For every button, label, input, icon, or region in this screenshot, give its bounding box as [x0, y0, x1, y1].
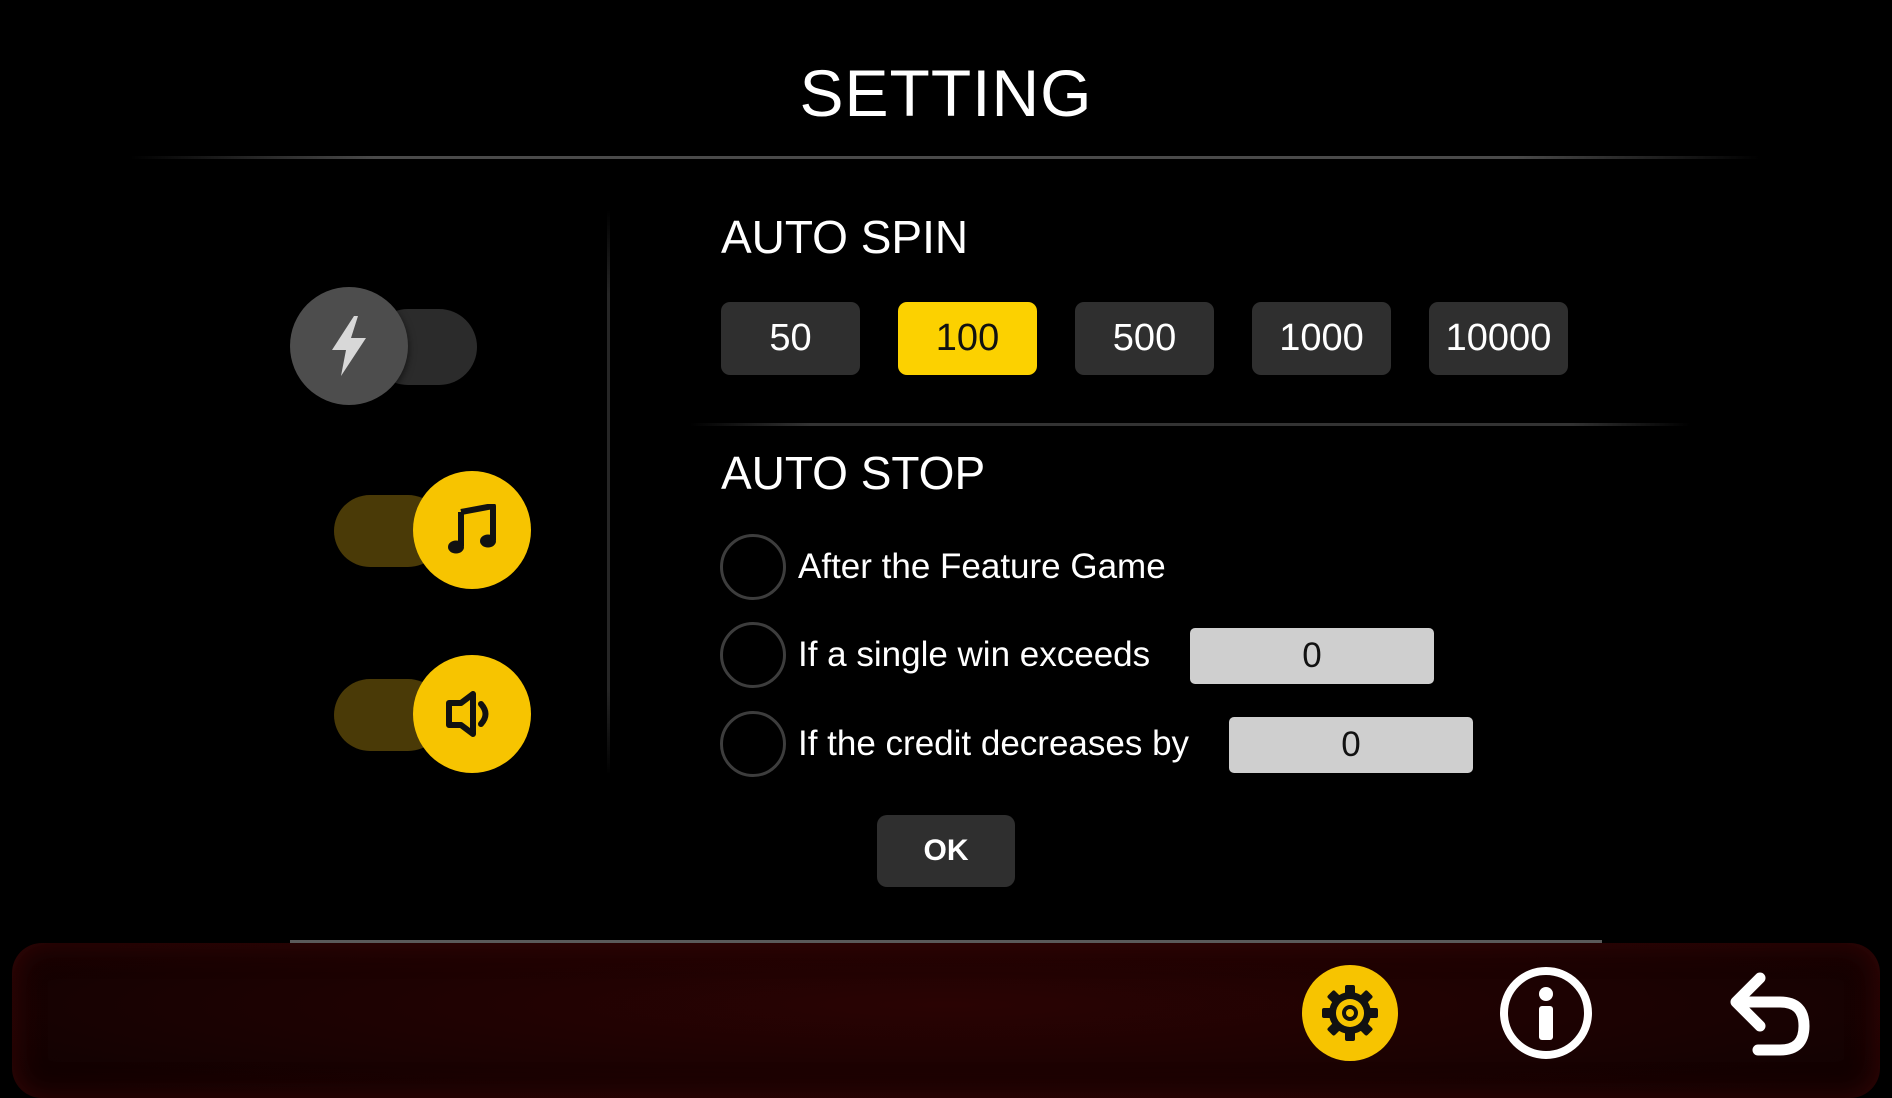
- auto-spin-option-10000[interactable]: 10000: [1429, 302, 1568, 375]
- auto-spin-option-50[interactable]: 50: [721, 302, 860, 375]
- music-note-icon: [448, 504, 496, 554]
- page-title: SETTING: [799, 56, 1093, 130]
- info-button[interactable]: [1498, 965, 1594, 1061]
- sound-toggle-knob[interactable]: [413, 655, 531, 773]
- gear-icon: [1322, 985, 1378, 1041]
- bottom-bar: [12, 943, 1880, 1098]
- auto-spin-option-100[interactable]: 100: [898, 302, 1037, 375]
- settings-button[interactable]: [1302, 965, 1398, 1061]
- auto-stop-feature-game-row[interactable]: After the Feature Game: [720, 531, 1166, 603]
- music-toggle-knob[interactable]: [413, 471, 531, 589]
- music-toggle[interactable]: [334, 471, 534, 591]
- turbo-toggle-knob[interactable]: [290, 287, 408, 405]
- auto-stop-credit-decrease-label: If the credit decreases by: [798, 724, 1190, 763]
- auto-stop-single-win-row[interactable]: If a single win exceeds: [720, 619, 1150, 691]
- sound-toggle[interactable]: [334, 655, 534, 775]
- back-arrow-icon: [1730, 972, 1810, 1056]
- section-divider: [690, 423, 1690, 426]
- turbo-toggle[interactable]: [290, 287, 490, 407]
- vertical-divider: [607, 210, 610, 775]
- credit-decrease-input[interactable]: 0: [1229, 717, 1473, 773]
- auto-stop-single-win-label: If a single win exceeds: [798, 635, 1151, 674]
- auto-stop-feature-game-label: After the Feature Game: [798, 547, 1166, 586]
- single-win-input[interactable]: 0: [1190, 628, 1434, 684]
- auto-stop-feature-game-radio[interactable]: [720, 534, 786, 600]
- auto-spin-option-500[interactable]: 500: [1075, 302, 1214, 375]
- auto-stop-credit-decrease-row[interactable]: If the credit decreases by: [720, 708, 1189, 780]
- auto-spin-option-1000[interactable]: 1000: [1252, 302, 1391, 375]
- settings-screen: SETTING AUTO SPIN 50 100 500 1000 10000 …: [0, 0, 1892, 1098]
- auto-stop-credit-decrease-radio[interactable]: [720, 711, 786, 777]
- ok-button[interactable]: OK: [877, 815, 1015, 887]
- auto-stop-heading: AUTO STOP: [721, 447, 986, 499]
- speaker-icon: [446, 691, 489, 737]
- back-button[interactable]: [1716, 962, 1820, 1066]
- info-icon: [1500, 967, 1592, 1059]
- title-divider: [130, 156, 1760, 159]
- auto-stop-single-win-radio[interactable]: [720, 622, 786, 688]
- auto-spin-heading: AUTO SPIN: [721, 211, 969, 263]
- lightning-icon: [332, 316, 366, 376]
